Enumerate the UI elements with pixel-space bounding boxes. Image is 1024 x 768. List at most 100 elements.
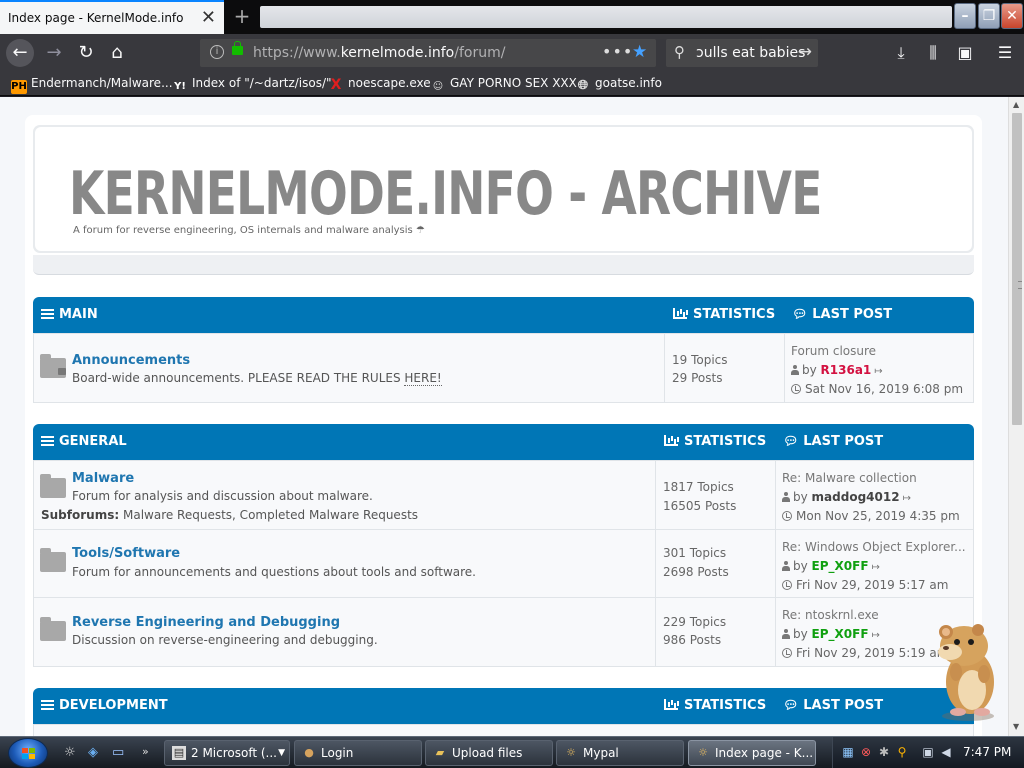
quicklaunch-ie-icon[interactable]: ◈: [88, 745, 98, 760]
goto-post-icon[interactable]: ↦: [874, 366, 882, 377]
goto-post-icon[interactable]: ↦: [872, 562, 880, 573]
taskbar-button-mypal[interactable]: ☼ Mypal: [556, 740, 684, 766]
library-icon[interactable]: ⫼: [920, 39, 946, 67]
user-icon: [782, 561, 790, 571]
start-button[interactable]: [8, 738, 48, 768]
minimize-window-button[interactable]: –: [954, 3, 976, 29]
category-title[interactable]: DEVELOPMENT: [59, 698, 168, 713]
topics-count: 19 Topics: [672, 353, 728, 367]
bookmark-gay-porno[interactable]: ☺ GAY PORNO SEX XXX: [430, 76, 577, 94]
search-go-icon[interactable]: →: [798, 42, 812, 62]
forum-title-link[interactable]: Reverse Engineering and Debugging: [72, 615, 340, 630]
url-bar[interactable]: i https://www.kernelmode.info/forum/ •••…: [200, 39, 656, 67]
goto-post-icon[interactable]: ↦: [872, 630, 880, 641]
hamster-mascot-icon[interactable]: [924, 612, 1010, 722]
tray-search-icon[interactable]: ⚲: [895, 745, 909, 759]
forum-row-announcements: Announcements Board-wide announcements. …: [33, 333, 974, 403]
taskbar-button-microsoft[interactable]: ▤ 2 Microsoft (... ▼: [164, 740, 290, 766]
folder-icon: ▰: [435, 746, 445, 759]
network-icon[interactable]: ▣: [921, 745, 935, 759]
last-post-author: by EP_X0FF ↦: [782, 559, 880, 573]
downloads-icon[interactable]: ⤓: [888, 39, 914, 67]
clock-icon: [782, 580, 792, 590]
forum-title-link[interactable]: Announcements: [72, 353, 190, 368]
author-link[interactable]: maddog4012: [812, 490, 900, 504]
url-text[interactable]: https://www.kernelmode.info/forum/: [253, 45, 505, 61]
page-scrollbar[interactable]: ▲ ▼: [1008, 97, 1024, 736]
forward-button[interactable]: →: [40, 39, 68, 67]
taskbar-button-upload-files[interactable]: ▰ Upload files: [425, 740, 553, 766]
last-post-date: Mon Nov 25, 2019 4:35 pm: [782, 509, 960, 523]
menu-icon[interactable]: ☰: [992, 39, 1018, 67]
last-post-title[interactable]: Re: Windows Object Explorer...: [782, 540, 968, 554]
volume-icon[interactable]: ◀: [939, 745, 953, 759]
forum-title-link[interactable]: Malware: [72, 471, 134, 486]
lock-icon: [58, 368, 66, 375]
taskbar-button-index-page[interactable]: ☼ Index page - K...: [688, 740, 816, 766]
home-button[interactable]: ⌂: [103, 39, 131, 67]
rules-link[interactable]: HERE!: [404, 371, 442, 386]
posts-count: 29 Posts: [672, 371, 723, 385]
search-input[interactable]: ɔulls eat babies: [696, 45, 805, 61]
category-title[interactable]: MAIN: [59, 307, 98, 322]
forum-stats: 229 Topics 986 Posts: [655, 598, 775, 666]
tab-strip: Index page - KernelMode.info ✕ + – ❐ ✕: [0, 0, 1024, 34]
forum-row-tools-software: Tools/Software Forum for announcements a…: [33, 529, 974, 598]
new-tab-icon[interactable]: +: [230, 4, 254, 28]
last-post-title[interactable]: Forum closure: [791, 344, 977, 358]
info-icon[interactable]: i: [210, 45, 224, 59]
author-link[interactable]: R136a1: [821, 363, 872, 377]
close-window-button[interactable]: ✕: [1001, 3, 1023, 29]
bookmark-endermanch[interactable]: PH Endermanch/Malware...: [11, 76, 173, 94]
yp-icon: Y!: [174, 81, 186, 92]
tray-settings-icon[interactable]: ✱: [877, 745, 891, 759]
bookmark-goatse[interactable]: 🌐︎ goatse.info: [575, 76, 662, 93]
author-link[interactable]: EP_X0FF: [812, 559, 869, 573]
page-viewport: KERNELMODE.INFO - ARCHIVE A forum for re…: [0, 97, 1008, 736]
scroll-up-icon[interactable]: ▲: [1013, 100, 1019, 109]
bookmark-noescape[interactable]: Xnoescape.exe: [328, 76, 431, 92]
topics-count: 301 Topics: [663, 546, 727, 560]
scrollbar-thumb[interactable]: [1012, 113, 1022, 425]
last-post-title[interactable]: Re: Malware collection: [782, 471, 968, 485]
forum-wrap: KERNELMODE.INFO - ARCHIVE A forum for re…: [25, 115, 982, 736]
scroll-down-icon[interactable]: ▼: [1013, 722, 1019, 731]
forum-stats: 301 Topics 2698 Posts: [655, 530, 775, 597]
sidebar-icon[interactable]: ▣: [952, 39, 978, 67]
window-icon: ▤: [172, 746, 186, 760]
bookmark-dartz-isos[interactable]: Y! Index of "/~dartz/isos/": [172, 76, 331, 94]
window-title-frame: [260, 6, 952, 28]
category-general-header: GENERAL STATISTICS 💬︎ LAST POST: [33, 424, 974, 460]
tab-index-page[interactable]: Index page - KernelMode.info ✕: [0, 0, 224, 34]
author-link[interactable]: EP_X0FF: [812, 627, 869, 641]
reload-button[interactable]: ↻: [72, 39, 100, 67]
taskbar-button-login[interactable]: ● Login: [294, 740, 422, 766]
topics-count: 229 Topics: [663, 615, 727, 629]
hamster-icon: ●: [304, 746, 314, 759]
subforum-links[interactable]: Malware Requests, Completed Malware Requ…: [123, 508, 418, 522]
forum-description: Forum for announcements and questions ab…: [72, 565, 476, 579]
tab-close-icon[interactable]: ✕: [201, 8, 216, 28]
page-actions-icon[interactable]: •••: [602, 42, 633, 61]
forum-title-link[interactable]: Tools/Software: [72, 546, 180, 561]
windows-taskbar: ☼ ◈ ▭ » ▤ 2 Microsoft (... ▼ ● Login ▰ Uploa…: [0, 736, 1024, 768]
breadcrumb-bar: [33, 255, 974, 275]
site-title[interactable]: KERNELMODE.INFO - ARCHIVE: [69, 159, 822, 229]
forum-stats: 1817 Topics 16505 Posts: [655, 461, 775, 529]
quicklaunch-desktop-icon[interactable]: ▭: [112, 745, 124, 760]
bookmark-star-icon[interactable]: ★: [632, 42, 647, 62]
quicklaunch-overflow-icon[interactable]: »: [142, 745, 149, 758]
comments-icon: 💬︎: [783, 698, 799, 712]
folder-icon: [40, 617, 66, 641]
taskbar-clock[interactable]: 7:47 PM: [963, 745, 1011, 759]
quicklaunch-mypal-icon[interactable]: ☼: [64, 745, 76, 760]
restore-window-button[interactable]: ❐: [978, 3, 1000, 29]
tray-app-icon[interactable]: ▦: [841, 745, 855, 759]
lock-icon[interactable]: [232, 41, 243, 55]
back-button[interactable]: ←: [6, 39, 34, 67]
goto-post-icon[interactable]: ↦: [903, 493, 911, 504]
category-title[interactable]: GENERAL: [59, 434, 127, 449]
list-icon: [41, 309, 54, 320]
search-bar[interactable]: ⚲ ɔulls eat babies →: [666, 39, 818, 67]
tray-blocked-icon[interactable]: ⊗: [859, 745, 873, 759]
